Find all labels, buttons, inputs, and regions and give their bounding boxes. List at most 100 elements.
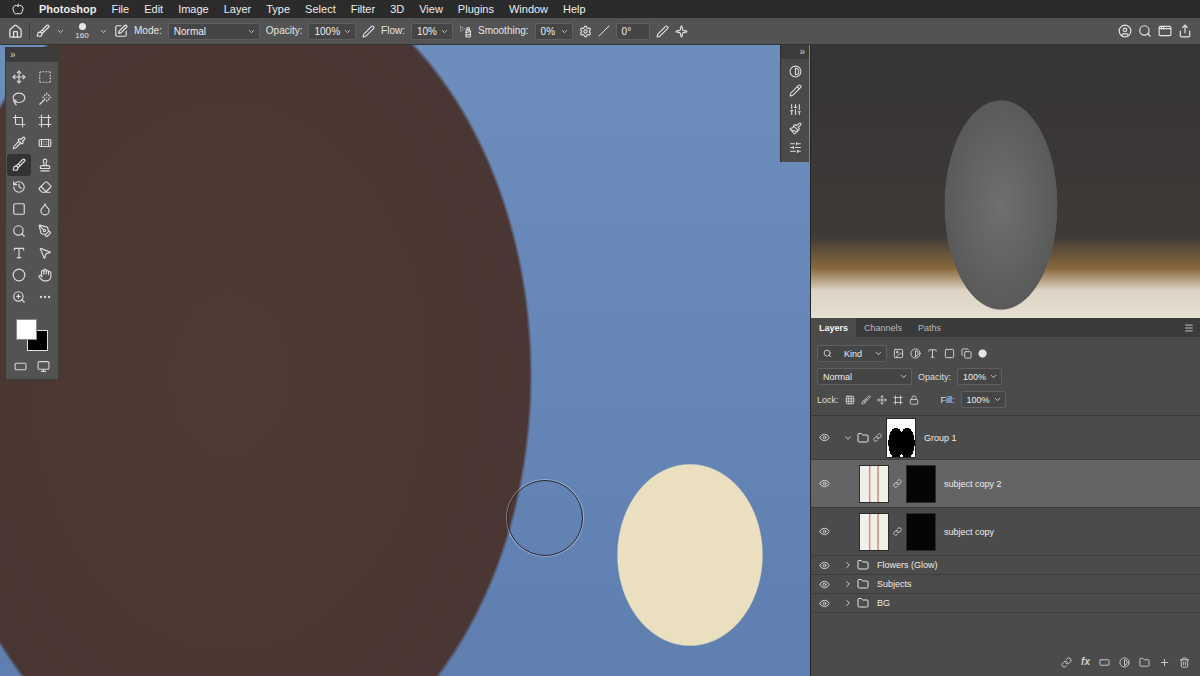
link-icon[interactable] <box>893 527 902 536</box>
visibility-toggle[interactable] <box>817 478 831 489</box>
menu-item[interactable]: Edit <box>144 2 163 16</box>
panel-tab[interactable]: Channels <box>856 318 910 337</box>
pressure-opacity-icon[interactable] <box>362 25 375 38</box>
layer-row[interactable]: subject copy <box>811 508 1200 556</box>
home-icon[interactable] <box>8 24 23 39</box>
visibility-toggle[interactable] <box>817 598 831 609</box>
zoom-icon[interactable] <box>12 290 26 304</box>
link-icon[interactable] <box>873 433 882 442</box>
mask-thumbnail[interactable] <box>906 465 936 503</box>
airbrush-icon[interactable] <box>459 25 472 38</box>
magic-wand-icon[interactable] <box>38 92 52 106</box>
tool-button[interactable] <box>33 176 57 198</box>
tool-button[interactable] <box>33 132 57 154</box>
tool-button[interactable] <box>33 154 57 176</box>
tool-button[interactable] <box>33 242 57 264</box>
pressure-size-icon[interactable] <box>656 25 669 38</box>
quick-mask-icon[interactable] <box>14 360 27 373</box>
brush-settings-icon[interactable] <box>114 24 128 38</box>
marquee-icon[interactable] <box>38 70 52 84</box>
mode-dropdown[interactable]: Normal <box>168 23 260 40</box>
layer-style-button[interactable]: fx <box>1081 656 1090 668</box>
eye-icon[interactable] <box>819 478 830 489</box>
menu-item[interactable]: View <box>419 2 443 16</box>
more-icon[interactable] <box>38 290 52 304</box>
collapse-button[interactable]: » <box>6 48 58 62</box>
tool-button[interactable] <box>33 198 57 220</box>
tool-button[interactable] <box>7 132 31 154</box>
color-panel-icon[interactable] <box>789 65 802 78</box>
user-icon[interactable] <box>1118 24 1132 38</box>
mask-thumbnail[interactable] <box>886 418 916 458</box>
apple-logo-icon[interactable] <box>12 3 24 15</box>
chevron-down-icon[interactable] <box>843 433 853 443</box>
menu-item[interactable]: Window <box>509 2 548 16</box>
visibility-toggle[interactable] <box>817 526 831 537</box>
tool-button[interactable] <box>7 88 31 110</box>
gradient-icon[interactable] <box>12 202 26 216</box>
collapse-button[interactable]: » <box>781 45 809 59</box>
eyedropper-icon[interactable] <box>12 136 26 150</box>
new-adjustment-icon[interactable] <box>1119 657 1130 668</box>
tool-button[interactable] <box>7 154 31 176</box>
stamp-icon[interactable] <box>38 158 52 172</box>
dodge-icon[interactable] <box>12 224 26 238</box>
workspace-icon[interactable] <box>1158 24 1172 38</box>
tool-button[interactable] <box>7 66 31 88</box>
tool-button[interactable] <box>33 66 57 88</box>
brush-tool-icon[interactable] <box>36 24 50 38</box>
crop-icon[interactable] <box>12 114 26 128</box>
type-icon[interactable] <box>12 246 26 260</box>
tool-button[interactable] <box>7 176 31 198</box>
layer-name[interactable]: Group 1 <box>924 433 957 443</box>
opacity-field[interactable]: 100% <box>308 23 356 40</box>
ellipse-icon[interactable] <box>12 268 26 282</box>
path-select-icon[interactable] <box>38 246 52 260</box>
lasso-icon[interactable] <box>12 92 26 106</box>
lock-position-icon[interactable] <box>877 395 887 405</box>
pixel-filter-icon[interactable] <box>893 348 904 359</box>
pen-icon[interactable] <box>38 224 52 238</box>
layer-row[interactable]: BG <box>811 594 1200 613</box>
eye-icon[interactable] <box>819 526 830 537</box>
tool-button[interactable] <box>7 220 31 242</box>
menu-item[interactable]: File <box>111 2 129 16</box>
app-menu[interactable]: Photoshop <box>39 2 96 16</box>
menu-item[interactable]: Image <box>178 2 209 16</box>
chevron-right-icon[interactable] <box>843 579 853 589</box>
type-filter-icon[interactable] <box>927 348 938 359</box>
shape-filter-icon[interactable] <box>944 348 955 359</box>
new-group-icon[interactable] <box>1139 657 1150 668</box>
mask-thumbnail[interactable] <box>906 513 936 551</box>
hand-icon[interactable] <box>38 268 52 282</box>
healing-icon[interactable] <box>38 136 52 150</box>
blur-icon[interactable] <box>38 202 52 216</box>
lock-transparency-icon[interactable] <box>845 395 855 405</box>
lock-pixels-icon[interactable] <box>861 395 871 405</box>
menu-item[interactable]: Layer <box>224 2 252 16</box>
fill-field[interactable]: 100% <box>961 391 1006 408</box>
tool-button[interactable] <box>33 110 57 132</box>
lock-artboard-icon[interactable] <box>893 395 903 405</box>
layer-name[interactable]: Subjects <box>877 579 912 589</box>
smoothing-field[interactable]: 0% <box>535 23 573 40</box>
chevron-right-icon[interactable] <box>843 598 853 608</box>
foreground-swatch[interactable] <box>16 319 37 340</box>
properties-panel-icon[interactable] <box>789 141 802 154</box>
new-layer-icon[interactable] <box>1159 657 1170 668</box>
tool-button[interactable] <box>7 198 31 220</box>
screen-mode-icon[interactable] <box>37 360 50 373</box>
panel-menu-icon[interactable] <box>1184 323 1194 333</box>
tool-button[interactable] <box>7 264 31 286</box>
layer-name[interactable]: Flowers (Glow) <box>877 560 938 570</box>
tool-button[interactable] <box>7 242 31 264</box>
tool-button[interactable] <box>7 286 31 308</box>
brush-icon[interactable] <box>12 158 26 172</box>
menu-item[interactable]: Select <box>305 2 336 16</box>
tool-button[interactable] <box>33 264 57 286</box>
flow-field[interactable]: 10% <box>411 23 453 40</box>
layer-row[interactable]: Flowers (Glow) <box>811 556 1200 575</box>
chevron-down-icon[interactable] <box>56 27 65 36</box>
layer-thumbnail[interactable] <box>859 465 889 503</box>
chevron-down-icon[interactable] <box>99 27 108 36</box>
